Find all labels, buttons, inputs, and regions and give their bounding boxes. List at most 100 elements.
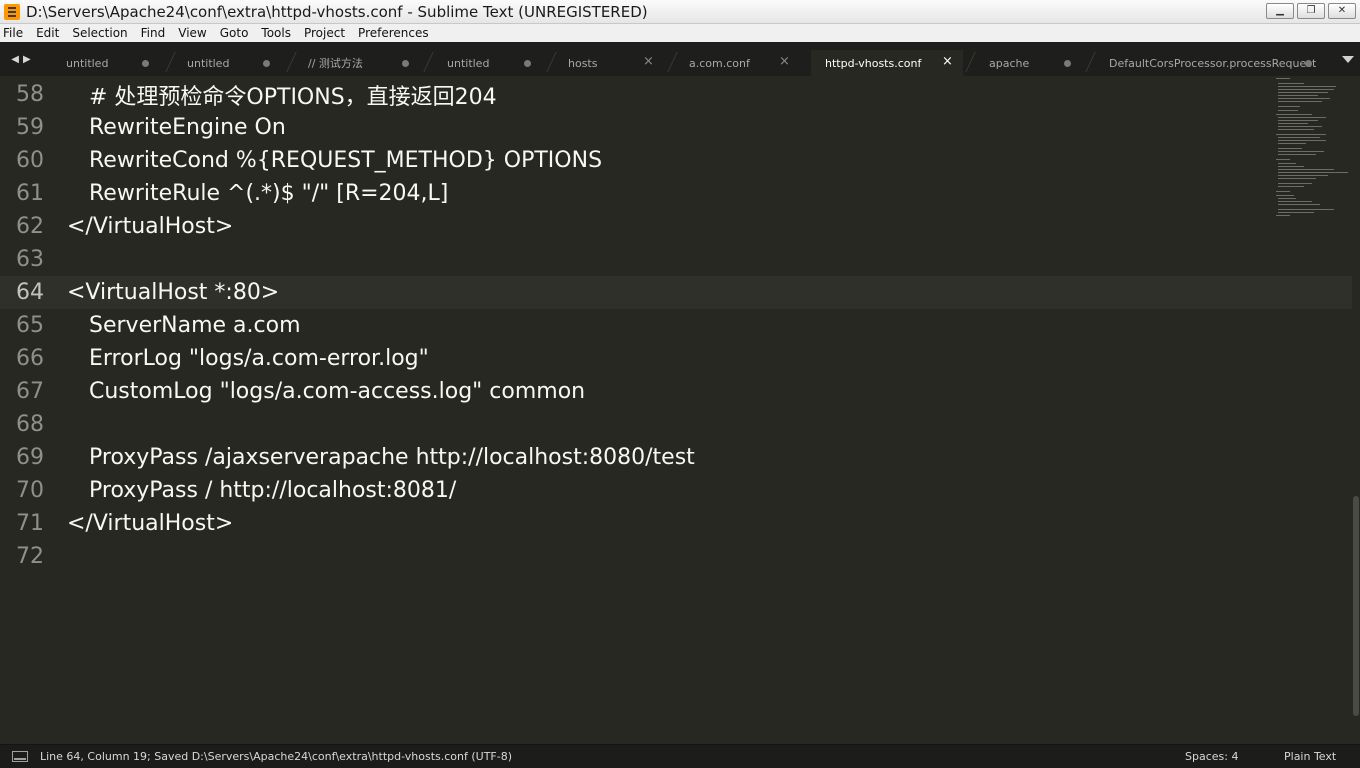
code-line: 72: [0, 540, 1352, 573]
close-tab-icon[interactable]: ×: [942, 55, 953, 69]
minimap-line: [1278, 83, 1304, 84]
code-text[interactable]: # 处理预检命令OPTIONS，直接返回204: [89, 79, 497, 111]
minimap-line: [1278, 110, 1298, 111]
tab-bar: ◀ ▶ untitled untitled // 测试方法 untitled h…: [0, 42, 1360, 76]
tab-test-method[interactable]: // 测试方法: [294, 50, 424, 76]
minimap-line: [1278, 140, 1326, 141]
restore-button[interactable]: ❐: [1297, 3, 1325, 19]
minimap-line: [1278, 204, 1320, 205]
syntax-selector[interactable]: Plain Text: [1284, 750, 1336, 763]
menu-preferences[interactable]: Preferences: [358, 26, 429, 40]
minimap-line: [1278, 178, 1316, 179]
minimap[interactable]: [1274, 76, 1354, 226]
window-title: D:\Servers\Apache24\conf\extra\httpd-vho…: [26, 2, 648, 21]
menu-tools[interactable]: Tools: [261, 26, 291, 40]
unsaved-dot-icon[interactable]: [524, 60, 531, 67]
line-number: 63: [16, 247, 44, 272]
code-text[interactable]: RewriteEngine On: [89, 115, 286, 140]
tab-apache[interactable]: apache: [975, 50, 1080, 76]
minimap-line: [1278, 143, 1306, 144]
menu-file[interactable]: File: [3, 26, 23, 40]
line-number: 68: [16, 412, 44, 437]
vertical-scrollbar[interactable]: [1352, 76, 1360, 744]
menu-view[interactable]: View: [178, 26, 206, 40]
editor-area[interactable]: 58 # 处理预检命令OPTIONS，直接返回204 59 RewriteEng…: [0, 76, 1360, 744]
indentation-setting[interactable]: Spaces: 4: [1185, 750, 1238, 763]
menu-goto[interactable]: Goto: [220, 26, 249, 40]
line-number: 71: [16, 511, 44, 536]
code-text[interactable]: RewriteCond %{REQUEST_METHOD} OPTIONS: [89, 148, 602, 173]
line-number: 60: [16, 148, 44, 173]
tab-a-com-conf[interactable]: a.com.conf ×: [675, 50, 795, 76]
minimap-line: [1278, 151, 1324, 152]
code-text[interactable]: </VirtualHost>: [67, 511, 233, 536]
menu-edit[interactable]: Edit: [36, 26, 59, 40]
tab-hosts[interactable]: hosts ×: [554, 50, 669, 76]
unsaved-dot-icon[interactable]: [402, 60, 409, 67]
minimap-line: [1278, 186, 1304, 187]
tab-prev-icon[interactable]: ◀: [11, 54, 19, 65]
minimap-line: [1278, 106, 1300, 107]
tab-label: DefaultCorsProcessor.processRequest: [1109, 56, 1317, 70]
code-text[interactable]: ProxyPass / http://localhost:8081/: [89, 478, 456, 503]
tab-next-icon[interactable]: ▶: [23, 54, 31, 65]
minimap-line: [1278, 166, 1304, 167]
tab-overflow-icon[interactable]: [1342, 56, 1354, 63]
tab-label: untitled: [66, 56, 109, 70]
minimap-line: [1278, 101, 1322, 102]
unsaved-dot-icon[interactable]: [1064, 60, 1071, 67]
code-line: 62 </VirtualHost>: [0, 210, 1352, 243]
tab-label: a.com.conf: [689, 56, 750, 70]
code-line: 60 RewriteCond %{REQUEST_METHOD} OPTIONS: [0, 144, 1352, 177]
code-text[interactable]: ServerName a.com: [89, 313, 301, 338]
menu-bar: File Edit Selection Find View Goto Tools…: [0, 24, 1360, 42]
tab-untitled-2[interactable]: untitled: [173, 50, 288, 76]
scrollbar-thumb[interactable]: [1353, 496, 1359, 716]
unsaved-dot-icon[interactable]: [1305, 60, 1312, 67]
minimap-line: [1278, 209, 1334, 210]
line-number: 58: [16, 82, 44, 107]
code-text[interactable]: CustomLog "logs/a.com-access.log" common: [89, 379, 585, 404]
line-number: 59: [16, 115, 44, 140]
line-number: 62: [16, 214, 44, 239]
code-text[interactable]: <VirtualHost *:80>: [67, 280, 279, 305]
minimap-line: [1276, 134, 1326, 135]
code-text[interactable]: </VirtualHost>: [67, 214, 233, 239]
code-line: 68: [0, 408, 1352, 441]
tab-label: // 测试方法: [308, 57, 363, 70]
code-text[interactable]: ProxyPass /ajaxserverapache http://local…: [89, 445, 695, 470]
minimap-line: [1278, 117, 1326, 118]
tab-label: untitled: [187, 56, 230, 70]
code-text[interactable]: ErrorLog "logs/a.com-error.log": [89, 346, 429, 371]
minimap-line: [1278, 126, 1322, 127]
menu-project[interactable]: Project: [304, 26, 345, 40]
status-bar: Line 64, Column 19; Saved D:\Servers\Apa…: [0, 744, 1360, 768]
minimap-line: [1278, 120, 1318, 121]
code-text[interactable]: RewriteRule ^(.*)$ "/" [R=204,L]: [89, 181, 448, 206]
line-number: 66: [16, 346, 44, 371]
tab-default-cors-processor[interactable]: DefaultCorsProcessor.processRequest: [1095, 50, 1320, 76]
unsaved-dot-icon[interactable]: [263, 60, 270, 67]
tab-untitled-3[interactable]: untitled: [433, 50, 548, 76]
menu-find[interactable]: Find: [141, 26, 166, 40]
title-bar: D:\Servers\Apache24\conf\extra\httpd-vho…: [0, 0, 1360, 24]
minimap-line: [1278, 86, 1336, 87]
close-button[interactable]: ✕: [1328, 3, 1356, 19]
close-tab-icon[interactable]: ×: [643, 55, 654, 69]
code-line: 69 ProxyPass /ajaxserverapache http://lo…: [0, 441, 1352, 474]
minimap-line: [1278, 198, 1296, 199]
close-tab-icon[interactable]: ×: [779, 55, 790, 69]
minimap-line: [1278, 183, 1312, 184]
tab-label: hosts: [568, 56, 598, 70]
tab-label: apache: [989, 56, 1030, 70]
tab-untitled-1[interactable]: untitled: [52, 50, 167, 76]
code-line: 58 # 处理预检命令OPTIONS，直接返回204: [0, 78, 1352, 111]
tab-httpd-vhosts-conf[interactable]: httpd-vhosts.conf ×: [811, 50, 963, 76]
minimap-line: [1278, 148, 1302, 149]
minimap-line: [1278, 169, 1334, 170]
unsaved-dot-icon[interactable]: [142, 60, 149, 67]
menu-selection[interactable]: Selection: [72, 26, 127, 40]
minimap-line: [1278, 98, 1330, 99]
minimize-button[interactable]: ▁: [1266, 3, 1294, 19]
panel-toggle-icon[interactable]: [12, 751, 28, 762]
